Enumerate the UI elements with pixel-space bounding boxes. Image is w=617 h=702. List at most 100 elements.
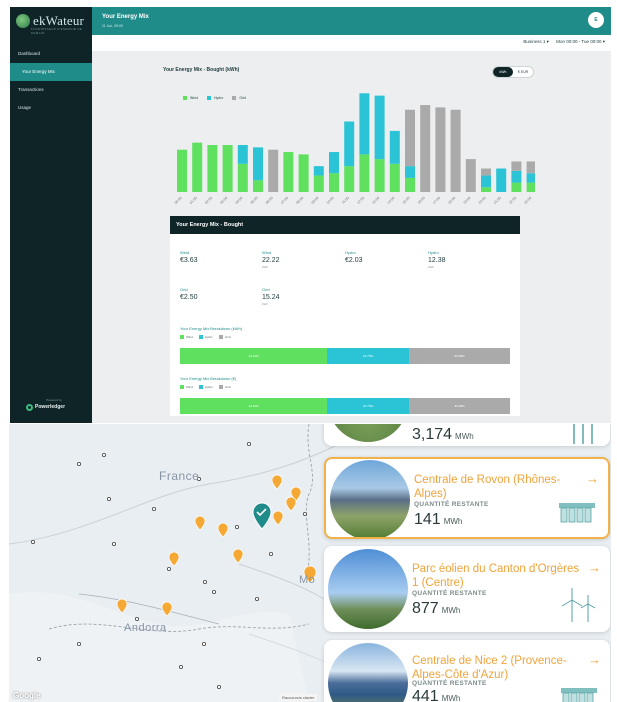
toggle-eur[interactable]: € EUR — [513, 67, 533, 77]
site-quantity-label: QUANTITÉ RESTANTE — [412, 680, 487, 687]
site-photo — [330, 460, 410, 537]
metric-wind-kwh: Wind 22.22 kWh — [262, 250, 332, 269]
legend-label-hydro: Hydro — [204, 335, 213, 339]
bar-wind-15 — [405, 177, 415, 192]
bar-grid-6 — [268, 149, 279, 192]
legend-item-hydro: Hydro — [198, 385, 213, 390]
bar-grid-17 — [435, 107, 446, 192]
site-photo — [328, 424, 408, 442]
page-date: 11 Jun, 09:00 — [102, 24, 123, 28]
avatar[interactable]: E — [588, 12, 604, 28]
account-select[interactable]: Business 1 ▾ — [523, 39, 549, 44]
metric-value: €3.63 — [180, 257, 198, 264]
breakdown-legend-eur: Wind Hydro Grid — [180, 385, 231, 390]
bar-hydro-10 — [329, 152, 339, 174]
bar-wind-14 — [389, 163, 400, 192]
x-tick-label: 21:00 — [493, 196, 502, 205]
toggle-kwh[interactable]: kWh — [493, 67, 513, 77]
site-photo — [328, 643, 408, 702]
bar-wind-12 — [359, 154, 370, 192]
breakdown-segment-hydro: 24.76% — [327, 398, 410, 414]
legend-item-grid: Grid — [218, 385, 231, 390]
breakdown-legend-kwh: Wind Hydro Grid — [180, 335, 231, 340]
site-card-orgeres[interactable]: Parc éolien du Canton d'Orgères 1 (Centr… — [324, 546, 610, 632]
dam-icon — [559, 503, 595, 523]
legend-swatch-wind — [180, 385, 184, 390]
x-tick-label: 18:00 — [447, 196, 456, 205]
bar-hydro-14 — [389, 130, 400, 164]
powerledger-logo-icon — [26, 404, 33, 411]
site-quantity: 3,174 MWh — [412, 426, 474, 444]
site-name[interactable]: Centrale de Rovon (Rhônes-Alpes) — [414, 473, 586, 501]
site-quantity: 141 MWh — [414, 511, 462, 529]
breakdown-title-kwh: Your Energy Mix Breakdown (kWh) — [180, 326, 243, 331]
x-tick-label: 08:00 — [295, 196, 304, 205]
sidebar-item-usage[interactable]: Usage — [10, 99, 92, 117]
site-photo — [328, 549, 408, 629]
bar-grid-18 — [450, 109, 461, 192]
site-quantity-value: 141 — [414, 511, 441, 528]
site-card-nice[interactable]: Centrale de Nice 2 (Provence-Alpes-Côte … — [324, 640, 610, 702]
metric-unit: kWh — [428, 265, 434, 269]
bar-hydro-13 — [374, 95, 385, 160]
bar-hydro-15 — [405, 166, 415, 178]
arrow-right-icon[interactable]: → — [588, 560, 601, 575]
arrow-right-icon[interactable]: → — [588, 652, 601, 667]
metric-value: 15.24 — [262, 294, 280, 301]
bar-wind-3 — [222, 145, 233, 192]
site-card-partial[interactable]: 3,174 MWh — [324, 424, 610, 446]
site-name[interactable]: Centrale de Nice 2 (Provence-Alpes-Côte … — [412, 654, 588, 682]
site-card-rovon[interactable]: Centrale de Rovon (Rhônes-Alpes) → QUANT… — [324, 457, 610, 539]
keyboard-shortcuts-link[interactable]: Raccourcis clavier — [279, 694, 318, 701]
metric-value: 22.22 — [262, 257, 280, 264]
bar-wind-20 — [481, 187, 491, 192]
bar-wind-0 — [177, 149, 187, 192]
legend-item-grid: Grid — [218, 335, 231, 340]
chart-title: Your Energy Mix - Bought (kWh) — [163, 67, 240, 73]
metric-value: €2.50 — [180, 294, 198, 301]
date-range-select[interactable]: Mon 00:00 - Tue 00:00 ▾ — [556, 39, 605, 44]
brand-tagline: FOURNISSEUR D'ENERGIE DE DEMAIN — [31, 27, 83, 35]
dam-icon — [573, 424, 593, 444]
x-tick-label: 06:00 — [265, 196, 274, 205]
x-tick-label: 09:00 — [310, 196, 319, 205]
x-tick-label: 14:00 — [386, 196, 395, 205]
sidebar-item-dashboard[interactable]: Dashboard — [10, 45, 92, 63]
sidebar-item-transactions[interactable]: Transactions — [10, 81, 92, 99]
metric-hydro-kwh: Hydro 12.38 kWh — [428, 250, 498, 269]
bar-hydro-20 — [481, 175, 491, 188]
energy-mix-chart: 00:00 01:00 02:00 03:00 04:00 05:00 06:00 07:00… — [174, 93, 535, 205]
breakdown-segment-wind: 44.44% — [180, 348, 328, 364]
legend-swatch-grid — [218, 385, 223, 390]
arrow-right-icon[interactable]: → — [586, 471, 599, 486]
site-quantity-value: 877 — [412, 600, 439, 617]
x-tick-label: 13:00 — [371, 196, 380, 205]
sidebar-nav: Dashboard Your Energy Mix Transactions U… — [10, 45, 92, 117]
bar-hydro-4 — [237, 145, 248, 164]
legend-label-hydro: Hydro — [204, 385, 213, 389]
bar-hydro-21 — [496, 168, 507, 192]
breakdown-bar-kwh: 44.44% 24.76% 30.48% — [180, 348, 510, 364]
bar-grid-23 — [526, 161, 535, 174]
x-tick-label: 07:00 — [280, 196, 289, 205]
header: Your Energy Mix 11 Jun, 09:00 E — [92, 7, 611, 35]
map-label-france: France — [159, 469, 200, 483]
sidebar-item-energy-mix[interactable]: Your Energy Mix — [10, 63, 92, 81]
map-label-mo: Mo — [299, 574, 316, 586]
bar-wind-8 — [298, 154, 309, 192]
breakdown-bar-eur: 44.44% 24.76% 30.48% — [180, 398, 510, 414]
metric-label: Grid — [180, 287, 188, 292]
x-tick-label: 04:00 — [234, 196, 243, 205]
x-tick-label: 12:00 — [356, 196, 365, 205]
x-tick-label: 11:00 — [341, 196, 350, 205]
x-tick-label: 03:00 — [219, 196, 228, 205]
x-tick-label: 15:00 — [402, 196, 411, 205]
bar-grid-16 — [420, 105, 431, 192]
bar-hydro-23 — [526, 173, 535, 183]
site-quantity-value: 441 — [412, 688, 439, 702]
breakdown-segment-grid: 30.48% — [409, 348, 510, 364]
bar-grid-22 — [511, 161, 522, 171]
sites-map[interactable]: France Andorra Mo Google Raccourcis clav… — [9, 424, 611, 702]
site-quantity-value: 3,174 — [412, 426, 453, 443]
powered-by-label: Powered by — [46, 398, 62, 402]
